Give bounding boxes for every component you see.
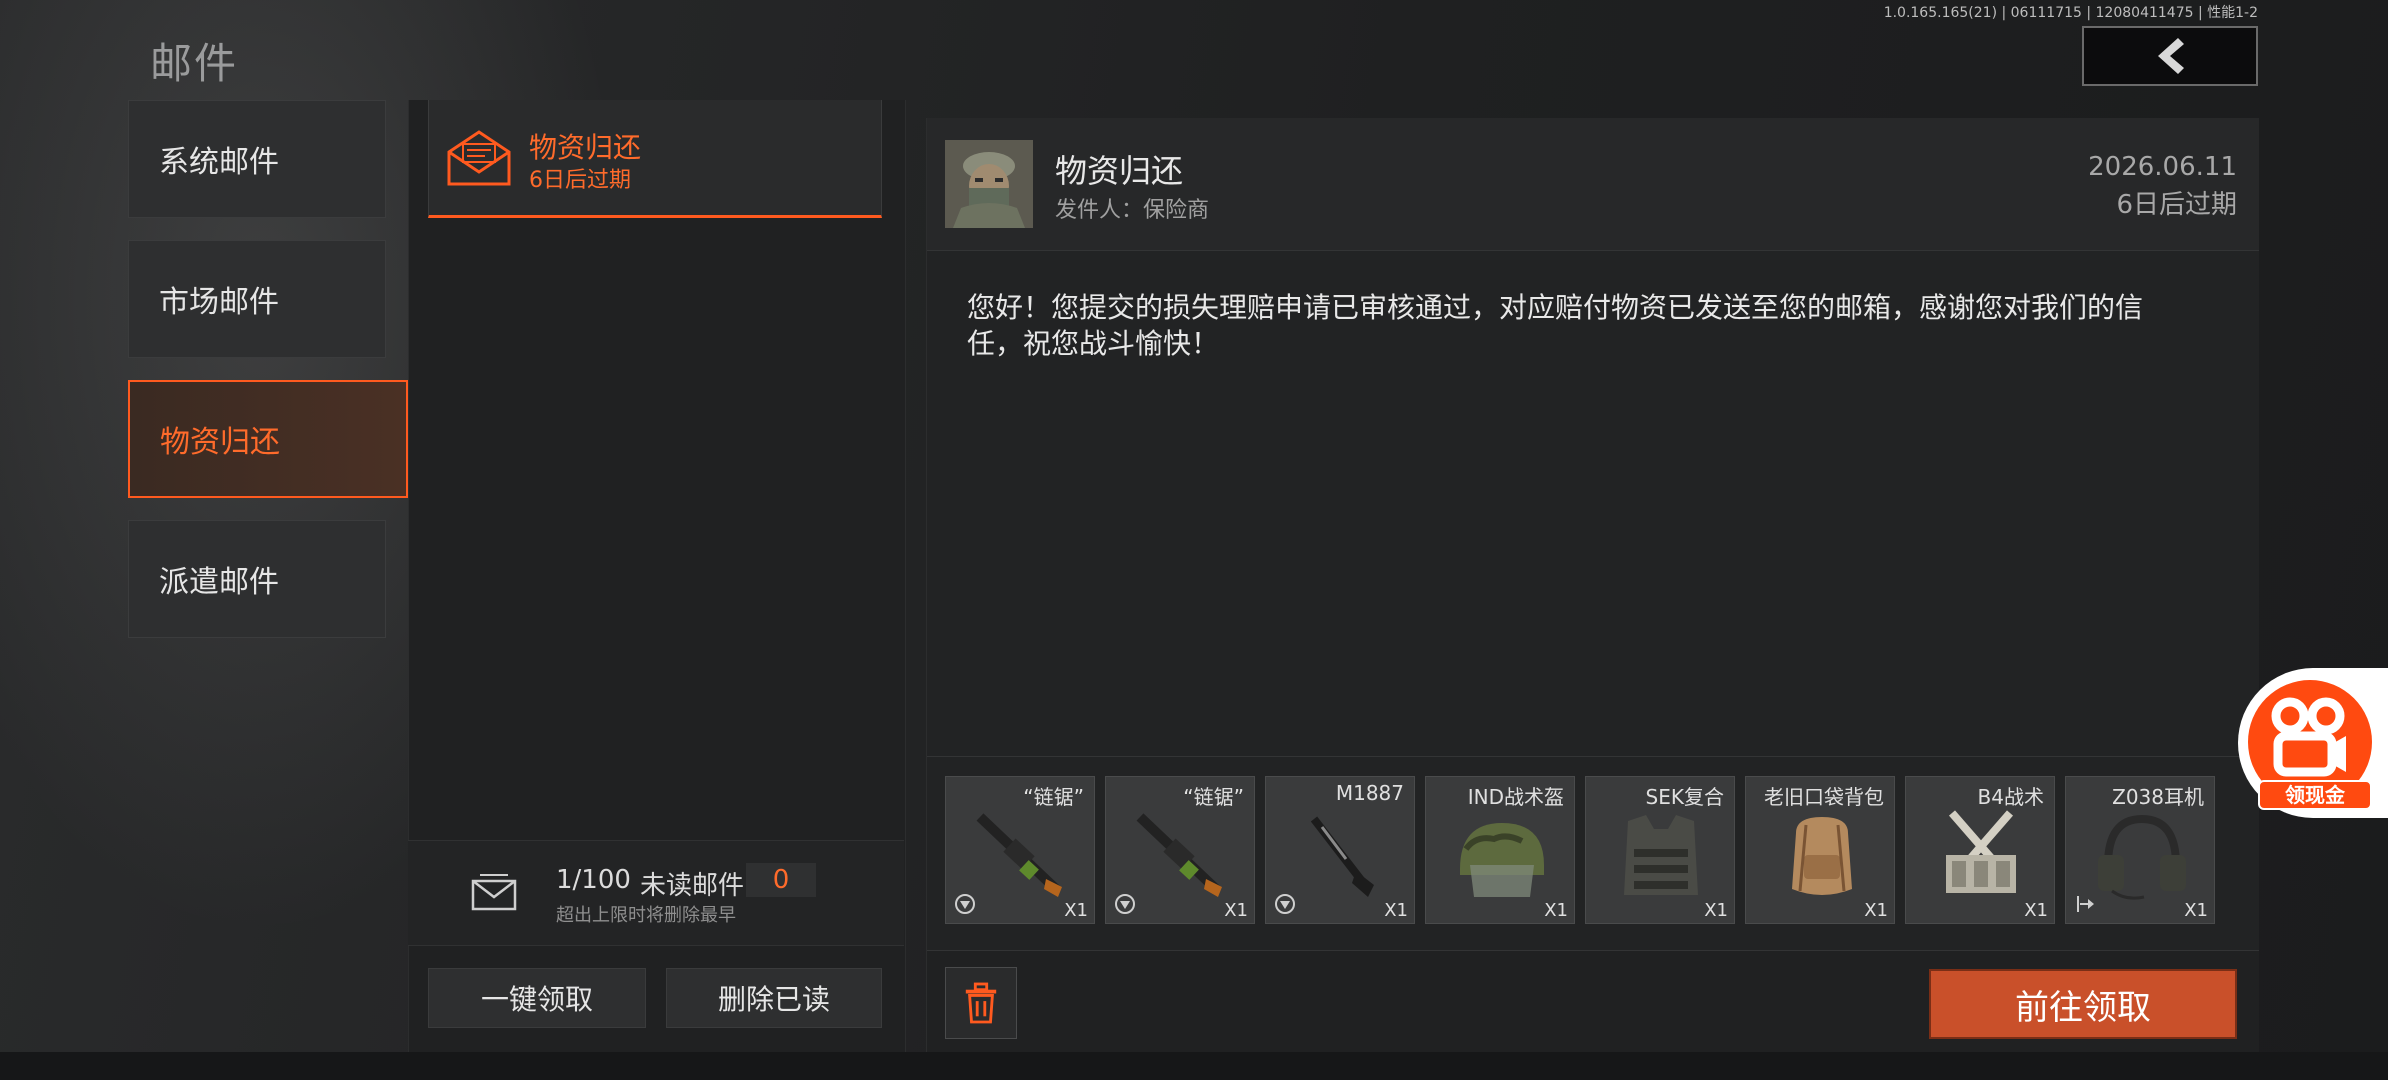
backpack-icon (1792, 817, 1852, 895)
attachment-item[interactable]: “链锯” X1 (1105, 776, 1255, 924)
delete-mail-button[interactable] (945, 967, 1017, 1039)
helmet-icon (1460, 823, 1544, 897)
bottom-edge (0, 1052, 2388, 1080)
exit-badge-icon (2077, 896, 2094, 912)
mail-date: 2026.06.11 (2088, 152, 2237, 182)
cash-reward-label: 领现金 (2258, 780, 2372, 810)
divider (927, 756, 2259, 757)
attachment-item[interactable]: 老旧口袋背包 X1 (1745, 776, 1895, 924)
floating-cash-reward-button[interactable]: 领现金 (2238, 668, 2388, 818)
mailbox-limit-note: 超出上限时将删除最早 (556, 905, 736, 926)
headset-icon (2098, 814, 2186, 900)
attachment-qty: X1 (1704, 900, 1728, 921)
attachment-qty: X1 (2184, 900, 2208, 921)
category-market-mail[interactable]: 市场邮件 (128, 240, 386, 358)
attachment-item[interactable]: “链锯” X1 (945, 776, 1095, 924)
attachment-qty: X1 (1064, 900, 1088, 921)
mailbox-stats: 1/100 未读邮件 0 超出上限时将删除最早 (408, 840, 904, 946)
mail-expiry: 6日后过期 (2116, 190, 2237, 220)
category-label: 市场邮件 (159, 285, 279, 320)
attachment-qty: X1 (1544, 900, 1568, 921)
shotgun-icon (1310, 816, 1374, 897)
attachment-item[interactable]: IND战术盔 X1 (1425, 776, 1575, 924)
trash-icon (965, 982, 997, 1024)
claim-all-button[interactable]: 一键领取 (428, 968, 646, 1028)
shield-badge-icon (955, 894, 975, 914)
mail-body: 您好！您提交的损失理赔申请已审核通过，对应赔付物资已发送至您的邮箱，感谢您对我们… (967, 291, 2144, 360)
mail-item-title: 物资归还 (529, 131, 642, 164)
mail-detail-panel: 物资归还 发件人：保险商 2026.06.11 6日后过期 您好！您提交的损失理… (926, 118, 2259, 1053)
attachment-item[interactable]: B4战术 X1 (1905, 776, 2055, 924)
category-label: 系统邮件 (159, 145, 279, 180)
page-title: 邮件 (150, 39, 239, 88)
category-system-mail[interactable]: 系统邮件 (128, 100, 386, 218)
attachment-name: M1887 (1335, 781, 1404, 805)
delete-read-button[interactable]: 删除已读 (666, 968, 882, 1028)
shield-badge-icon (1275, 894, 1295, 914)
category-supply-return[interactable]: 物资归还 (128, 380, 408, 498)
attachment-qty: X1 (1224, 900, 1248, 921)
unread-count: 0 (746, 863, 816, 897)
attachment-item[interactable]: Z038耳机 X1 (2065, 776, 2215, 924)
mail-detail-footer: 前往领取 (927, 950, 2259, 1053)
mail-detail-title: 物资归还 (1055, 152, 1184, 190)
attachment-item[interactable]: M1887 X1 (1265, 776, 1415, 924)
mail-sender: 发件人：保险商 (1055, 198, 1210, 223)
attachment-item[interactable]: SEK复合 X1 (1585, 776, 1735, 924)
attachment-qty: X1 (1864, 900, 1888, 921)
shield-badge-icon (1115, 894, 1135, 914)
attachment-qty: X1 (2024, 900, 2048, 921)
top-bar: 邮件 1.0.165.165(21) | 06111715 | 12080411… (0, 0, 2388, 100)
back-arrow-icon (2158, 38, 2184, 74)
back-button[interactable] (2082, 26, 2258, 86)
category-label: 物资归还 (160, 425, 280, 460)
mail-count: 1/100 (556, 865, 631, 895)
category-dispatch-mail[interactable]: 派遣邮件 (128, 520, 386, 638)
mail-item-expiry: 6日后过期 (529, 168, 631, 193)
chainsaw-icon (976, 813, 1062, 897)
envelope-open-icon (447, 130, 511, 186)
category-label: 派遣邮件 (159, 565, 279, 600)
attachment-qty: X1 (1384, 900, 1408, 921)
chest-rig-icon (1946, 810, 2016, 893)
vest-icon (1624, 815, 1698, 895)
sender-avatar (945, 140, 1033, 228)
version-info: 1.0.165.165(21) | 06111715 | 12080411475… (1883, 5, 2258, 21)
unread-label: 未读邮件 (640, 871, 745, 901)
mailbox-icon (471, 874, 517, 911)
go-claim-button[interactable]: 前往领取 (1929, 969, 2237, 1039)
mail-detail-header: 物资归还 发件人：保险商 2026.06.11 6日后过期 (927, 118, 2259, 251)
chainsaw-icon (1136, 813, 1222, 897)
mail-list-item[interactable]: 物资归还 6日后过期 (428, 100, 882, 218)
